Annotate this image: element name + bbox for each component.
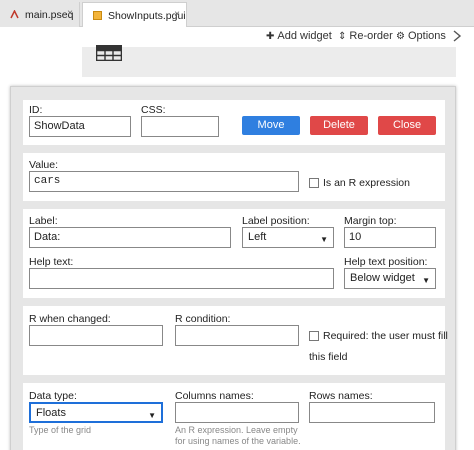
chevron-down-icon: ▼ bbox=[320, 235, 328, 244]
label-card: Label: Data: Label position: Left ▼ Marg… bbox=[23, 209, 445, 298]
css-label: CSS: bbox=[141, 104, 166, 116]
margin-top-input[interactable]: 10 bbox=[344, 227, 436, 248]
rows-names-label: Rows names: bbox=[309, 390, 373, 402]
data-type-select[interactable]: Floats ▼ bbox=[29, 402, 163, 423]
tab-main-pseq[interactable]: main.pseq × bbox=[0, 2, 80, 27]
r-condition-label: R condition: bbox=[175, 313, 231, 325]
help-text-input[interactable] bbox=[29, 268, 334, 289]
more-icon[interactable] bbox=[452, 30, 462, 42]
gear-icon: ⚙ bbox=[396, 30, 405, 42]
columns-names-input[interactable] bbox=[175, 402, 299, 423]
help-text-position-label: Help text position: bbox=[344, 256, 428, 268]
data-type-hint: Type of the grid bbox=[29, 425, 92, 435]
required-label-line1: Required: the user must fill bbox=[323, 330, 448, 342]
r-condition-input[interactable] bbox=[175, 325, 299, 346]
add-widget-button[interactable]: ✚ Add widget bbox=[266, 30, 332, 42]
editor-canvas: ID: ShowData CSS: Move Delete Close Valu… bbox=[0, 45, 474, 450]
move-button[interactable]: Move bbox=[242, 116, 300, 135]
id-label: ID: bbox=[29, 104, 43, 116]
data-options-card: Data type: Floats ▼ Type of the grid Col… bbox=[23, 383, 445, 450]
gui-file-icon bbox=[93, 11, 102, 20]
widget-properties-panel: ID: ShowData CSS: Move Delete Close Valu… bbox=[10, 86, 456, 450]
close-tab-icon[interactable]: × bbox=[174, 9, 180, 20]
reorder-button[interactable]: ⇕ Re-order bbox=[338, 30, 393, 42]
toolbar: ✚ Add widget ⇕ Re-order ⚙ Options bbox=[0, 27, 474, 47]
tab-bar: main.pseq × ShowInputs.pgui × bbox=[0, 0, 474, 28]
close-tab-icon[interactable]: × bbox=[67, 8, 73, 19]
previous-widget[interactable] bbox=[82, 45, 456, 77]
margin-top-label: Margin top: bbox=[344, 215, 397, 227]
label-label: Label: bbox=[29, 215, 58, 227]
r-when-changed-input[interactable] bbox=[29, 325, 163, 346]
r-when-changed-label: R when changed: bbox=[29, 313, 111, 325]
chevron-down-icon: ▼ bbox=[148, 411, 156, 420]
r-expression-checkbox[interactable] bbox=[309, 178, 319, 188]
plus-icon: ✚ bbox=[266, 30, 275, 42]
r-file-icon bbox=[10, 10, 19, 19]
id-card: ID: ShowData CSS: Move Delete Close bbox=[23, 100, 445, 145]
r-expression-label: Is an R expression bbox=[323, 177, 410, 189]
tab-showinputs-pgui[interactable]: ShowInputs.pgui × bbox=[82, 2, 187, 28]
grid-icon bbox=[96, 45, 122, 61]
columns-hint-line2: for using names of the variable. bbox=[175, 436, 301, 446]
required-checkbox[interactable] bbox=[309, 331, 319, 341]
label-position-select[interactable]: Left ▼ bbox=[242, 227, 334, 248]
css-input[interactable] bbox=[141, 116, 219, 137]
data-type-label: Data type: bbox=[29, 390, 77, 402]
r-options-card: R when changed: R condition: Required: t… bbox=[23, 306, 448, 375]
help-text-label: Help text: bbox=[29, 256, 74, 268]
id-input[interactable]: ShowData bbox=[29, 116, 131, 137]
close-button[interactable]: Close bbox=[378, 116, 436, 135]
rows-names-input[interactable] bbox=[309, 402, 435, 423]
chevron-down-icon: ▼ bbox=[422, 276, 430, 285]
options-button[interactable]: ⚙ Options bbox=[396, 30, 446, 42]
columns-names-label: Columns names: bbox=[175, 390, 254, 402]
value-card: Value: cars Is an R expression bbox=[23, 153, 445, 201]
value-label: Value: bbox=[29, 159, 58, 171]
required-label-line2: this field bbox=[309, 351, 348, 363]
help-text-position-select[interactable]: Below widget ▼ bbox=[344, 268, 436, 289]
columns-hint-line1: An R expression. Leave empty bbox=[175, 425, 298, 435]
label-input[interactable]: Data: bbox=[29, 227, 231, 248]
label-position-label: Label position: bbox=[242, 215, 310, 227]
delete-button[interactable]: Delete bbox=[310, 116, 368, 135]
value-input[interactable]: cars bbox=[29, 171, 299, 192]
sort-icon: ⇕ bbox=[338, 30, 347, 42]
